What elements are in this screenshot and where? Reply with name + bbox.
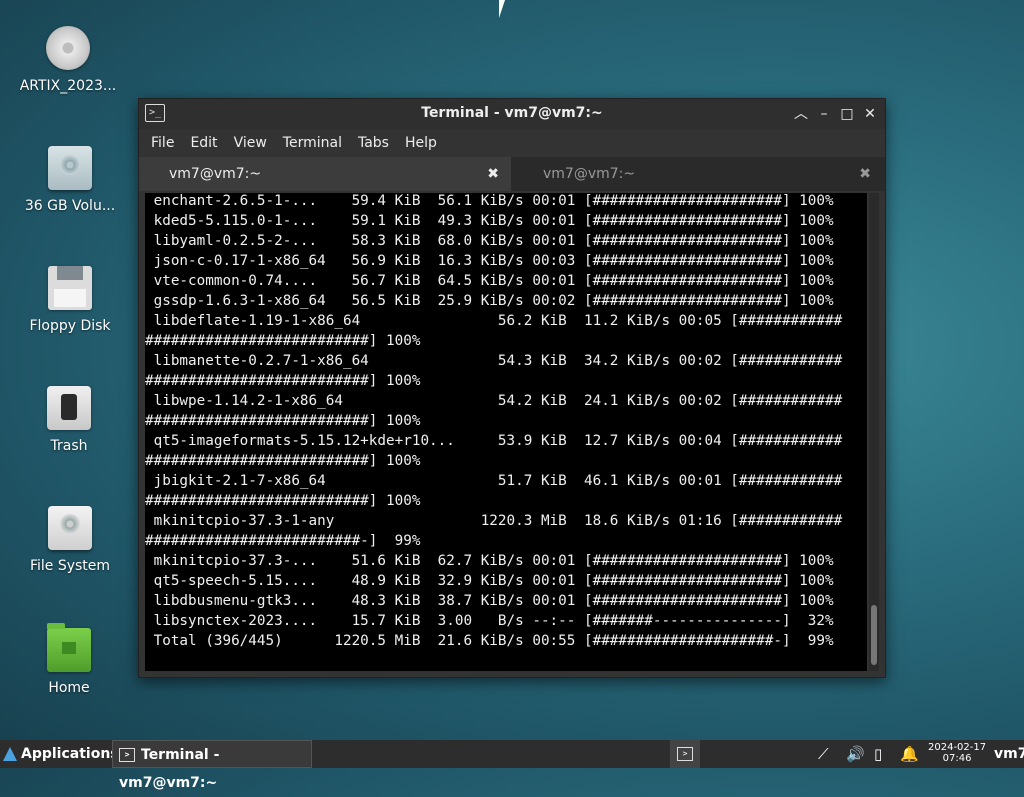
tab-bar: vm7@vm7:~ ✖ vm7@vm7:~ ✖ (139, 157, 885, 191)
terminal-launcher-button[interactable]: > (670, 740, 700, 768)
desktop-icon-home[interactable]: Home (4, 623, 134, 696)
volume-icon[interactable]: 🔊 (846, 740, 865, 768)
tab-1[interactable]: vm7@vm7:~ ✖ (139, 157, 511, 191)
clock-date: 2024-02-17 (928, 742, 987, 753)
desktop-icon-floppy[interactable]: Floppy Disk (5, 266, 135, 334)
menu-terminal[interactable]: Terminal (283, 135, 342, 151)
clock[interactable]: 2024-02-17 07:46 (928, 742, 986, 766)
scrollbar-thumb[interactable] (871, 605, 877, 665)
desktop-icon-label: 36 GB Volu... (24, 198, 116, 214)
hard-drive-icon (48, 506, 92, 550)
desktop-icon-label: Floppy Disk (29, 318, 111, 334)
home-folder-icon (47, 623, 91, 672)
desktop-icon-volume[interactable]: 36 GB Volu... (5, 146, 135, 214)
window-titlebar[interactable]: >_ Terminal - vm7@vm7:~ ︿ – □ ✕ (139, 99, 885, 129)
menu-view[interactable]: View (234, 135, 267, 151)
desktop-icon-label: ARTIX_2023... (19, 78, 117, 94)
desktop-icon-label: Home (48, 680, 90, 696)
terminal-text: enchant-2.6.5-1-... 59.4 KiB 56.1 KiB/s … (145, 193, 843, 649)
desktop-icon-label: File System (29, 558, 111, 574)
battery-icon[interactable]: ▯ (874, 740, 882, 768)
tab-close-icon[interactable]: ✖ (859, 157, 871, 191)
desktop-icon-label: Trash (50, 438, 88, 454)
tab-close-icon[interactable]: ✖ (487, 157, 499, 191)
tab-2[interactable]: vm7@vm7:~ ✖ (513, 157, 883, 191)
applications-label: Applications (21, 746, 119, 762)
menu-tabs[interactable]: Tabs (358, 135, 389, 151)
desktop-icon-trash[interactable]: Trash (4, 386, 134, 454)
terminal-icon: > (119, 748, 135, 762)
clock-time: 07:46 (942, 753, 972, 764)
menu-help[interactable]: Help (405, 135, 437, 151)
drive-icon (48, 146, 92, 190)
minimize-icon[interactable]: – (814, 104, 834, 124)
close-icon[interactable]: ✕ (860, 104, 880, 124)
terminal-icon: > (677, 747, 693, 761)
applications-menu-button[interactable]: Applications (3, 740, 119, 768)
menu-edit[interactable]: Edit (190, 135, 217, 151)
desktop-icon-filesystem[interactable]: File System (5, 506, 135, 574)
terminal-scrollbar[interactable] (869, 193, 879, 671)
menubar: File Edit View Terminal Tabs Help (139, 129, 885, 157)
optical-disc-icon (46, 26, 90, 70)
mouse-cursor-icon (499, 0, 505, 18)
desktop-icon-artix[interactable]: ARTIX_2023... (3, 26, 133, 94)
notification-bell-icon[interactable]: 🔔 (900, 740, 919, 768)
taskbar-window-button[interactable]: > Terminal - vm7@vm7:~ (112, 740, 312, 791)
user-menu[interactable]: vm7 (994, 740, 1024, 768)
trash-icon (47, 386, 91, 430)
artix-logo-icon (3, 747, 17, 761)
maximize-icon[interactable]: □ (837, 104, 857, 124)
menu-file[interactable]: File (151, 135, 174, 151)
tab-label: vm7@vm7:~ (543, 166, 636, 182)
tab-label: vm7@vm7:~ (169, 166, 262, 182)
taskbar: Applications > Terminal - vm7@vm7:~ > ⟋ 🔊… (0, 740, 1024, 791)
window-title: Terminal - vm7@vm7:~ (421, 105, 603, 121)
floppy-disk-icon (48, 266, 92, 310)
chevron-up-icon[interactable]: ︿ (791, 104, 811, 124)
terminal-window: >_ Terminal - vm7@vm7:~ ︿ – □ ✕ File Edi… (138, 98, 886, 678)
network-icon[interactable]: ⟋ (818, 740, 829, 768)
terminal-output[interactable]: enchant-2.6.5-1-... 59.4 KiB 56.1 KiB/s … (145, 193, 867, 671)
